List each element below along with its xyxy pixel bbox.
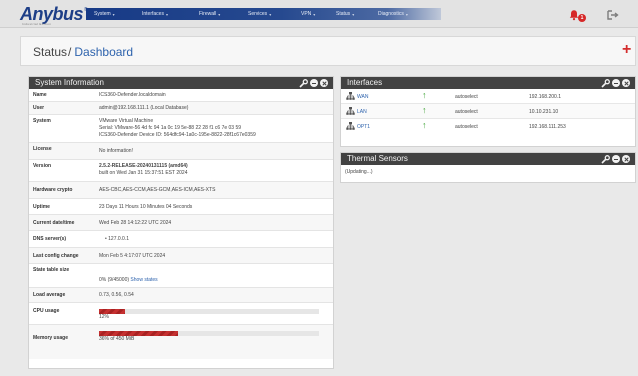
logout-icon[interactable]: [607, 10, 619, 20]
menu-services[interactable]: Services ▾: [248, 11, 301, 17]
system-information-widget: System Information Name ICS360-Defender.l…: [28, 76, 334, 369]
chevron-down-icon: ▾: [352, 11, 355, 17]
interfaces-widget: Interfaces WAN ↑ autoselect 192.168.200.…: [340, 76, 636, 147]
menu-status-label: Status: [336, 11, 351, 17]
wrench-icon[interactable]: [601, 78, 610, 88]
network-icon: [346, 107, 355, 115]
widget-title: System Information: [35, 78, 104, 87]
interface-media: autoselect: [455, 94, 478, 100]
table-row: DNS server(s) • 127.0.0.1: [29, 231, 333, 248]
table-row: Uptime 23 Days 11 Hours 10 Minutes 04 Sec…: [29, 199, 333, 215]
interface-row-wan: WAN ↑ autoselect 192.168.200.1: [341, 89, 635, 104]
wrench-icon[interactable]: [601, 154, 610, 164]
chevron-down-icon: ▾: [112, 11, 115, 17]
add-widget-button[interactable]: +: [622, 42, 631, 58]
system-info-table: Name ICS360-Defender.localdomain User admi…: [29, 89, 333, 359]
widget-title: Thermal Sensors: [347, 154, 408, 163]
breadcrumb-panel: Status/Dashboard +: [20, 36, 636, 66]
breadcrumb-section[interactable]: Status: [33, 45, 67, 59]
menu-diagnostics[interactable]: Diagnostics ▾: [378, 11, 428, 17]
widget-tools: [601, 78, 630, 88]
close-icon[interactable]: [622, 79, 630, 87]
menu-status[interactable]: Status ▾: [336, 11, 378, 17]
cpu-usage-row: CPU usage 12%: [29, 303, 333, 325]
interface-name-link[interactable]: LAN: [357, 109, 367, 115]
interface-name-link[interactable]: WAN: [357, 94, 368, 100]
state-table-value: 0% (9/45000): [99, 277, 130, 283]
minimize-icon[interactable]: [310, 79, 318, 87]
menu-system-label: System: [94, 11, 111, 17]
table-row: Version 2.5.2-RELEASE-20240131115 (amd64)…: [29, 160, 333, 182]
interface-name-link[interactable]: OPT1: [357, 124, 370, 130]
breadcrumb-page[interactable]: Dashboard: [74, 45, 133, 59]
chevron-down-icon: ▾: [218, 11, 221, 17]
table-row: System VMware Virtual Machine Serial: VMwa…: [29, 115, 333, 143]
logo-subtitle: Industrial Edition: [22, 22, 52, 26]
widget-header: Thermal Sensors: [341, 153, 635, 165]
menu-interfaces[interactable]: Interfaces ▾: [142, 11, 199, 17]
arrow-up-icon: ↑: [422, 90, 427, 100]
thermal-sensors-widget: Thermal Sensors (Updating...): [340, 152, 636, 183]
notification-badge: 1: [578, 14, 586, 22]
top-navbar: Anybus ® Industrial Edition System▾ Inte…: [0, 0, 638, 28]
interface-ip: 192.168.111.253: [529, 124, 566, 130]
main-menu: System ▾ Interfaces ▾ Firewall ▾ Services ▾ …: [86, 8, 441, 20]
network-icon: [346, 122, 355, 130]
interface-row-opt1: OPT1 ↑ autoselect 192.168.111.253: [341, 119, 635, 134]
menu-diagnostics-label: Diagnostics: [378, 11, 404, 17]
table-row: Last config change Mon Feb 5 4:17:07 UTC …: [29, 248, 333, 264]
wrench-icon[interactable]: [299, 78, 308, 88]
show-states-link[interactable]: Show states: [130, 277, 157, 283]
close-icon[interactable]: [622, 155, 630, 163]
menu-services-label: Services: [248, 11, 268, 17]
table-row: License No information!: [29, 143, 333, 160]
menu-vpn-label: VPN: [301, 11, 312, 17]
interface-media: autoselect: [455, 109, 478, 115]
memory-usage-row: Memory usage 36% of 450 MiB: [29, 325, 333, 359]
minimize-icon[interactable]: [612, 155, 620, 163]
close-icon[interactable]: [320, 79, 328, 87]
menu-interfaces-label: Interfaces: [142, 11, 164, 17]
breadcrumb-separator: /: [68, 45, 72, 59]
menu-firewall[interactable]: Firewall ▾: [199, 11, 248, 17]
table-row: Name ICS360-Defender.localdomain: [29, 89, 333, 102]
interface-row-lan: LAN ↑ autoselect 10.10.231.10: [341, 104, 635, 119]
state-table-row: State table size 0% (9/45000) Show states: [29, 264, 333, 288]
widget-header: System Information: [29, 77, 333, 89]
network-icon: [346, 92, 355, 100]
table-row: User admin@192.168.111.1 (Local Database): [29, 102, 333, 115]
interface-ip: 10.10.231.10: [529, 109, 559, 115]
chevron-down-icon: ▾: [405, 11, 408, 17]
widget-title: Interfaces: [347, 78, 383, 87]
anybus-logo[interactable]: Anybus ® Industrial Edition: [20, 4, 88, 26]
arrow-up-icon: ↑: [422, 105, 427, 115]
breadcrumb: Status/Dashboard: [33, 45, 133, 59]
menu-firewall-label: Firewall: [199, 11, 217, 17]
widget-header: Interfaces: [341, 77, 635, 89]
thermal-status: (Updating...): [345, 169, 373, 175]
widget-tools: [601, 154, 630, 164]
menu-system[interactable]: System ▾: [94, 11, 142, 17]
menu-vpn[interactable]: VPN ▾: [301, 11, 336, 17]
arrow-up-icon: ↑: [422, 120, 427, 130]
chevron-down-icon: ▾: [313, 11, 316, 17]
interfaces-list: WAN ↑ autoselect 192.168.200.1 LAN ↑ aut…: [341, 89, 635, 134]
cpu-usage-text: 12%: [99, 314, 110, 320]
table-row: Current date/time Wed Feb 28 14:12:22 UTC…: [29, 215, 333, 231]
interface-ip: 192.168.200.1: [529, 94, 561, 100]
logo-text: Anybus: [20, 4, 84, 24]
memory-usage-text: 36% of 450 MiB: [99, 336, 135, 342]
interface-media: autoselect: [455, 124, 478, 130]
table-row: Hardware crypto AES-CBC,AES-CCM,AES-GCM,A…: [29, 182, 333, 199]
chevron-down-icon: ▾: [269, 11, 272, 17]
load-average-row: Load average 0.73, 0.56, 0.54: [29, 288, 333, 303]
widget-tools: [299, 78, 328, 88]
chevron-down-icon: ▾: [165, 11, 168, 17]
minimize-icon[interactable]: [612, 79, 620, 87]
